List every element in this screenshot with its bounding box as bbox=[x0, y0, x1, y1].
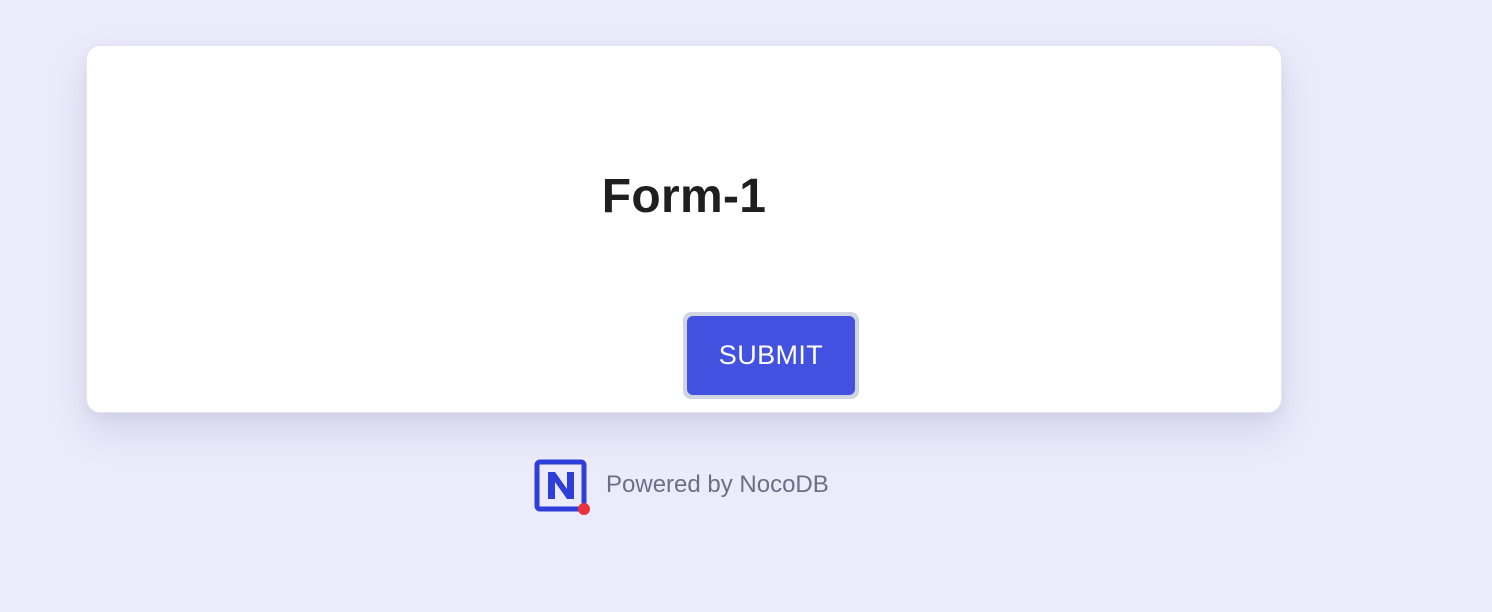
powered-by-text[interactable]: Powered by NocoDB bbox=[606, 471, 829, 499]
nocodb-logo-icon bbox=[534, 458, 594, 518]
form-card: Form-1 SUBMIT bbox=[86, 45, 1282, 413]
submit-button[interactable]: SUBMIT bbox=[687, 316, 855, 395]
submit-button-focus-ring: SUBMIT bbox=[683, 312, 859, 399]
form-title: Form-1 bbox=[601, 170, 767, 223]
footer-branding[interactable]: Powered by NocoDB bbox=[534, 458, 829, 518]
